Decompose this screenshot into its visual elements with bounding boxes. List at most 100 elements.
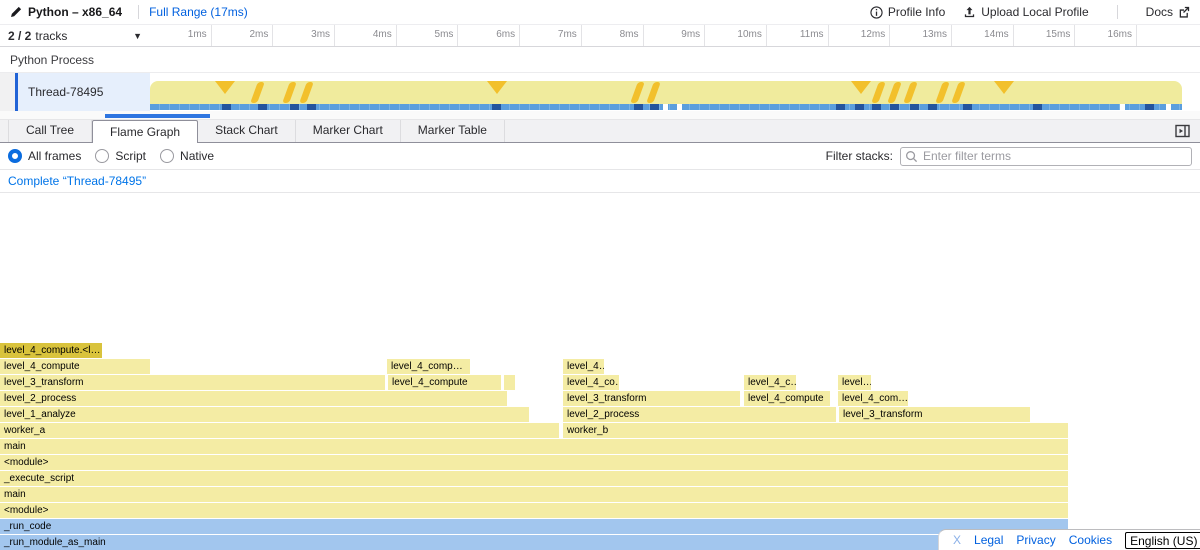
tab-marker-chart[interactable]: Marker Chart (296, 120, 401, 142)
full-range-button[interactable]: Full Range (17ms) (149, 5, 248, 19)
sample-dark-segment (492, 104, 501, 110)
flame-frame[interactable]: level_4… (563, 359, 605, 374)
track-gutter (0, 73, 15, 111)
flame-frame[interactable]: level_3_transform (0, 375, 386, 390)
search-box (900, 147, 1192, 166)
profiler-window: Python – x86_64 Full Range (17ms) Profil… (0, 0, 1200, 550)
tab-call-tree[interactable]: Call Tree (8, 120, 92, 142)
sample-dark-segment (634, 104, 643, 110)
tracks-control: 2 / 2 tracks ▼ (0, 25, 150, 46)
flame-frame[interactable] (504, 375, 516, 390)
ruler-tick: 3ms (273, 25, 335, 46)
sample-dark-segment (928, 104, 937, 110)
sidebar-toggle-icon[interactable] (1175, 124, 1190, 143)
radio-dot-icon (160, 149, 174, 163)
scrollbar-thumb[interactable] (105, 114, 210, 118)
flame-frame[interactable]: level… (838, 375, 872, 390)
app-header: Python – x86_64 Full Range (17ms) Profil… (0, 0, 1200, 25)
flame-frame[interactable]: level_2_process (563, 407, 837, 422)
docs-link[interactable]: Docs (1146, 5, 1190, 19)
sample-dark-segment (910, 104, 919, 110)
marker-slash-icon (646, 82, 661, 103)
flame-frame[interactable]: level_4_compute (744, 391, 831, 406)
flame-frame[interactable]: level_3_transform (563, 391, 741, 406)
breadcrumb[interactable]: Complete “Thread-78495” (8, 174, 146, 188)
ruler-tick: 13ms (890, 25, 952, 46)
divider (138, 5, 139, 19)
flame-graph: level_4_compute.<l…level_4_computelevel_… (0, 193, 1200, 550)
sample-gap (1166, 104, 1171, 110)
sample-dark-segment (890, 104, 899, 110)
process-label: Python Process (10, 53, 94, 67)
flame-frame[interactable]: _execute_script (0, 471, 1069, 486)
ruler-tick: 15ms (1014, 25, 1076, 46)
marker-slash-icon (951, 82, 966, 103)
sample-dark-segment (258, 104, 267, 110)
ruler-tick: 5ms (397, 25, 459, 46)
radio-label: Native (180, 149, 214, 163)
flame-frame[interactable]: <module> (0, 503, 1069, 518)
marker-slash-icon (630, 82, 645, 103)
radio-label: All frames (28, 149, 81, 163)
ruler-tick: 14ms (952, 25, 1014, 46)
flame-frame[interactable]: level_4_compute (388, 375, 502, 390)
sample-dark-segment (836, 104, 845, 110)
upload-profile-button[interactable]: Upload Local Profile (963, 5, 1088, 19)
filter-stacks-input[interactable] (900, 147, 1192, 166)
timeline-ruler-row: 2 / 2 tracks ▼ 1ms2ms3ms4ms5ms6ms7ms8ms9… (0, 25, 1200, 47)
process-track-header[interactable]: Python Process (0, 47, 1200, 73)
radio-all-frames[interactable]: All frames (8, 149, 81, 163)
sample-dark-segment (855, 104, 864, 110)
flame-frame[interactable]: level_3_transform (839, 407, 1031, 422)
marker-slash-icon (903, 82, 918, 103)
thread-activity-graph[interactable] (150, 73, 1200, 111)
tracks-word: tracks (35, 29, 67, 43)
tab-marker-table[interactable]: Marker Table (401, 120, 505, 142)
marker-slash-icon (250, 82, 265, 103)
footer-link-legal[interactable]: Legal (974, 533, 1003, 547)
edit-pencil-icon[interactable] (10, 6, 22, 18)
sample-gap (663, 104, 668, 110)
radio-native[interactable]: Native (160, 149, 214, 163)
sample-dark-segment (650, 104, 659, 110)
flame-frame[interactable]: level_4_com… (838, 391, 909, 406)
radio-dot-icon (8, 149, 22, 163)
flame-frame[interactable]: _run_module_as_main (0, 535, 1069, 550)
footer-link-x[interactable]: X (953, 533, 961, 547)
profile-title: Python – x86_64 (28, 5, 122, 19)
flame-frame[interactable]: level_4_comp… (387, 359, 471, 374)
flame-frame[interactable]: _run_code (0, 519, 1069, 534)
flame-frame[interactable]: level_4_c… (744, 375, 797, 390)
flame-frame[interactable]: main (0, 487, 1069, 502)
tab-flame-graph[interactable]: Flame Graph (92, 120, 198, 143)
info-icon (870, 6, 883, 19)
flame-frame[interactable]: worker_a (0, 423, 560, 438)
footer-link-cookies[interactable]: Cookies (1069, 533, 1112, 547)
sample-dark-segment (1145, 104, 1154, 110)
marker-slash-icon (282, 82, 297, 103)
sample-gap (1120, 104, 1125, 110)
thread-track-label[interactable]: Thread-78495 (18, 73, 150, 111)
ruler-tick: 8ms (582, 25, 644, 46)
filter-row: All framesScriptNative Filter stacks: (0, 143, 1200, 170)
ruler-tick: 2ms (212, 25, 274, 46)
flame-frame[interactable]: worker_b (563, 423, 1069, 438)
language-select[interactable]: English (US) (1125, 532, 1200, 549)
ruler-tick: 7ms (520, 25, 582, 46)
flame-frame[interactable]: level_4_compute (0, 359, 151, 374)
time-ruler: 1ms2ms3ms4ms5ms6ms7ms8ms9ms10ms11ms12ms1… (150, 25, 1200, 46)
flame-frame[interactable]: level_4_co… (563, 375, 620, 390)
flame-frame[interactable]: level_4_compute.<l… (0, 343, 103, 358)
sample-dark-segment (872, 104, 881, 110)
flame-frame[interactable]: level_2_process (0, 391, 508, 406)
tab-stack-chart[interactable]: Stack Chart (198, 120, 296, 142)
radio-script[interactable]: Script (95, 149, 146, 163)
tracks-dropdown-arrow[interactable]: ▼ (133, 31, 142, 41)
divider (1117, 5, 1118, 19)
footer-link-privacy[interactable]: Privacy (1016, 533, 1055, 547)
profile-info-button[interactable]: Profile Info (870, 5, 945, 19)
flame-frame[interactable]: main (0, 439, 1069, 454)
marker-slash-icon (871, 82, 886, 103)
flame-frame[interactable]: level_1_analyze (0, 407, 530, 422)
flame-frame[interactable]: <module> (0, 455, 1069, 470)
